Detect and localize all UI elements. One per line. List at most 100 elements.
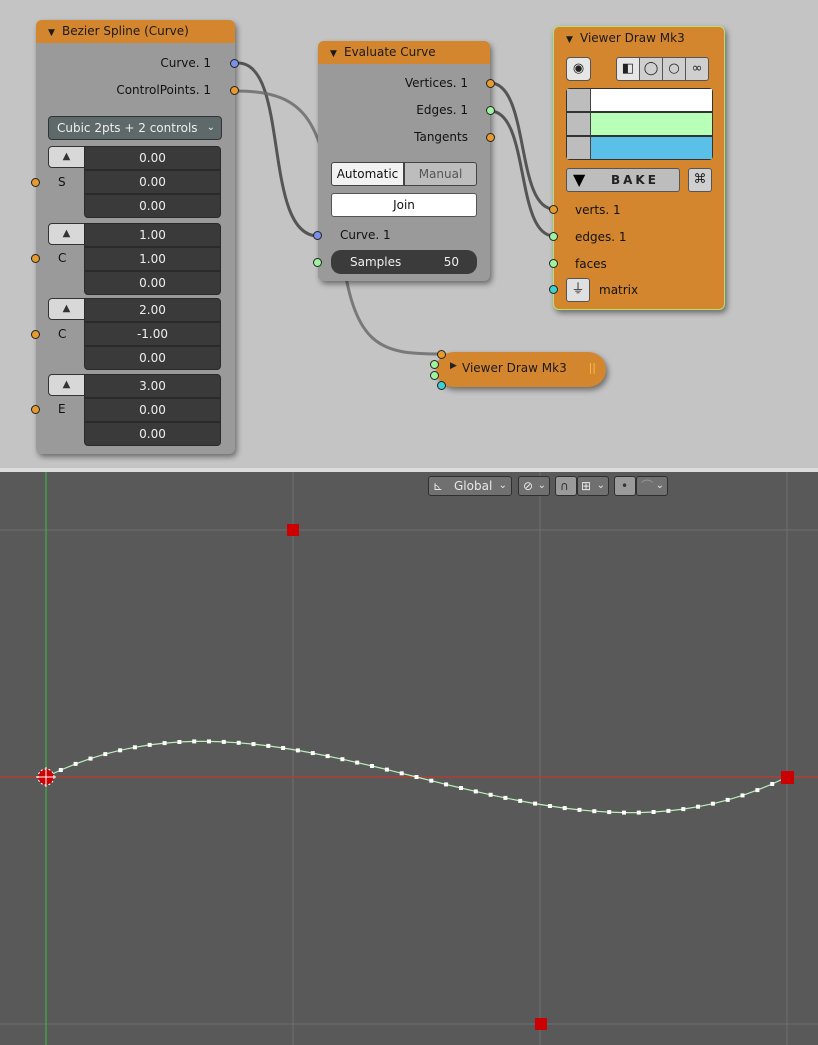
- 3d-viewport[interactable]: ⊾ Global ⌄ ⊘ ⌄ ∩ ⊞ ⌄ • ⌒ ⌄: [0, 472, 818, 1045]
- falloff-dropdown[interactable]: ⌒ ⌄: [636, 476, 668, 496]
- sphere-wire-icon[interactable]: ◯: [639, 57, 663, 81]
- socket-vertices-output[interactable]: [486, 79, 495, 88]
- viewer-draw-collapsed-node[interactable]: ▶ Viewer Draw Mk3 ||: [436, 352, 606, 387]
- vector-field-z[interactable]: 0.00: [84, 422, 221, 446]
- snap-target-dropdown[interactable]: ⊞ ⌄: [577, 476, 609, 496]
- vector-field-z[interactable]: 0.00: [84, 346, 221, 370]
- vector-toggle-button[interactable]: ▲: [48, 298, 85, 320]
- vector-toggle-button[interactable]: ▲: [48, 146, 85, 168]
- viewer-node-header[interactable]: ▼ Viewer Draw Mk3: [554, 27, 724, 50]
- pivot-dropdown[interactable]: ⊘ ⌄: [518, 476, 550, 496]
- expand-triangle-icon[interactable]: ▶: [450, 361, 457, 371]
- matrix-plug-icon[interactable]: ⏚: [566, 278, 590, 302]
- edge-color-row[interactable]: [566, 112, 713, 136]
- vector-field-y[interactable]: 0.00: [84, 170, 221, 194]
- viewer-draw-node[interactable]: ▼ Viewer Draw Mk3 ◉ ◧ ◯ ○ ∞ ▼ BAKE ⌘ vert…: [553, 26, 725, 310]
- vector-field-z[interactable]: 0.00: [84, 271, 221, 295]
- face-color-row[interactable]: [566, 136, 713, 160]
- socket-collapsed-matrix[interactable]: [437, 381, 446, 390]
- curve-vertex: [73, 761, 78, 766]
- curve-vertex: [207, 739, 211, 744]
- edge-display-icon[interactable]: [567, 113, 591, 135]
- collapse-triangle-icon[interactable]: ▼: [330, 43, 344, 66]
- vector-field-y[interactable]: 0.00: [84, 398, 221, 422]
- curve-vertex: [592, 809, 597, 814]
- curve-vertex: [236, 740, 241, 745]
- input-curve-label: Curve. 1: [340, 228, 391, 242]
- link-icon[interactable]: ∞: [685, 57, 709, 81]
- socket-point-s[interactable]: [31, 178, 40, 187]
- chevron-down-icon: ⌄: [206, 122, 215, 133]
- curve-vertex: [562, 806, 567, 811]
- curve-vertex: [325, 754, 330, 759]
- curve-vertex: [533, 801, 538, 806]
- socket-collapsed-edges[interactable]: [430, 360, 439, 369]
- face-color-swatch[interactable]: [591, 137, 712, 159]
- vector-field-z[interactable]: 0.00: [84, 194, 221, 218]
- socket-point-e[interactable]: [31, 405, 40, 414]
- output-vertices-label: Vertices. 1: [404, 76, 468, 90]
- curve-vertex: [118, 748, 123, 753]
- edge-color-swatch[interactable]: [591, 113, 712, 135]
- socket-edges-output[interactable]: [486, 106, 495, 115]
- vector-toggle-button[interactable]: ▲: [48, 374, 85, 396]
- snap-increment-icon: ⊞: [581, 479, 592, 493]
- socket-collapsed-faces[interactable]: [430, 371, 439, 380]
- evaluate-node-header[interactable]: ▼ Evaluate Curve: [318, 41, 490, 64]
- vector-field-y[interactable]: 1.00: [84, 247, 221, 271]
- curve-vertex: [696, 804, 701, 809]
- bake-button[interactable]: ▼ BAKE: [566, 168, 680, 192]
- curve-vertex: [429, 778, 434, 783]
- vector-field-x[interactable]: 1.00: [84, 223, 221, 247]
- vector-toggle-button[interactable]: ▲: [48, 223, 85, 245]
- socket-faces-input[interactable]: [549, 259, 558, 268]
- collapse-triangle-icon[interactable]: ▼: [566, 29, 580, 52]
- eye-icon[interactable]: ◉: [566, 57, 591, 81]
- socket-tangents-output[interactable]: [486, 133, 495, 142]
- bake-options-icon[interactable]: ⌘: [688, 168, 712, 192]
- mode-dropdown[interactable]: Cubic 2pts + 2 controls ⌄: [48, 116, 222, 140]
- circle-icon[interactable]: ○: [662, 57, 686, 81]
- vector-field-y[interactable]: -1.00: [84, 322, 221, 346]
- evaluate-curve-node[interactable]: ▼ Evaluate Curve Vertices. 1 Edges. 1 Tan…: [318, 41, 490, 281]
- curve-vertex: [310, 751, 315, 756]
- curve-vertex: [355, 760, 360, 765]
- input-edges-label: edges. 1: [575, 230, 627, 244]
- vector-field-x[interactable]: 3.00: [84, 374, 221, 398]
- collapse-triangle-icon[interactable]: ▼: [48, 22, 62, 45]
- orientation-dropdown[interactable]: ⊾ Global ⌄: [428, 476, 512, 496]
- vector-field-x[interactable]: 2.00: [84, 298, 221, 322]
- pivot-link-icon: ⊘: [523, 479, 534, 493]
- samples-slider[interactable]: Samples 50: [331, 250, 477, 274]
- socket-edges-input[interactable]: [549, 232, 558, 241]
- socket-collapsed-verts[interactable]: [437, 350, 446, 359]
- vertex-color-row[interactable]: [566, 88, 713, 112]
- vector-field-x[interactable]: 0.00: [84, 146, 221, 170]
- socket-point-c1[interactable]: [31, 254, 40, 263]
- vertex-display-icon[interactable]: [567, 89, 591, 111]
- bezier-spline-node[interactable]: ▼ Bezier Spline (Curve) Curve. 1 ControlP…: [36, 20, 235, 454]
- curve-vertex: [384, 767, 389, 772]
- cube-icon[interactable]: ◧: [616, 57, 640, 81]
- face-display-icon[interactable]: [567, 137, 591, 159]
- socket-curve-input[interactable]: [313, 231, 322, 240]
- chevron-down-icon: ⌄: [596, 480, 605, 491]
- mode-automatic-button[interactable]: Automatic: [331, 162, 404, 186]
- mode-manual-button[interactable]: Manual: [404, 162, 477, 186]
- snap-toggle[interactable]: ∩: [555, 476, 577, 496]
- pause-icon[interactable]: ||: [589, 361, 596, 374]
- socket-samples-input[interactable]: [313, 258, 322, 267]
- control-point-end: [781, 771, 794, 784]
- socket-matrix-input[interactable]: [549, 285, 558, 294]
- join-button[interactable]: Join: [331, 193, 477, 217]
- socket-verts-input[interactable]: [549, 205, 558, 214]
- proportional-edit-toggle[interactable]: •: [614, 476, 636, 496]
- socket-controlpoints-output[interactable]: [230, 86, 239, 95]
- socket-point-c2[interactable]: [31, 330, 40, 339]
- node-editor[interactable]: ▼ Bezier Spline (Curve) Curve. 1 ControlP…: [0, 0, 818, 468]
- curve-vertex: [370, 764, 374, 768]
- vertex-color-swatch[interactable]: [591, 89, 712, 111]
- bezier-node-header[interactable]: ▼ Bezier Spline (Curve): [36, 20, 235, 43]
- curve-vertex: [103, 752, 108, 757]
- socket-curve-output[interactable]: [230, 59, 239, 68]
